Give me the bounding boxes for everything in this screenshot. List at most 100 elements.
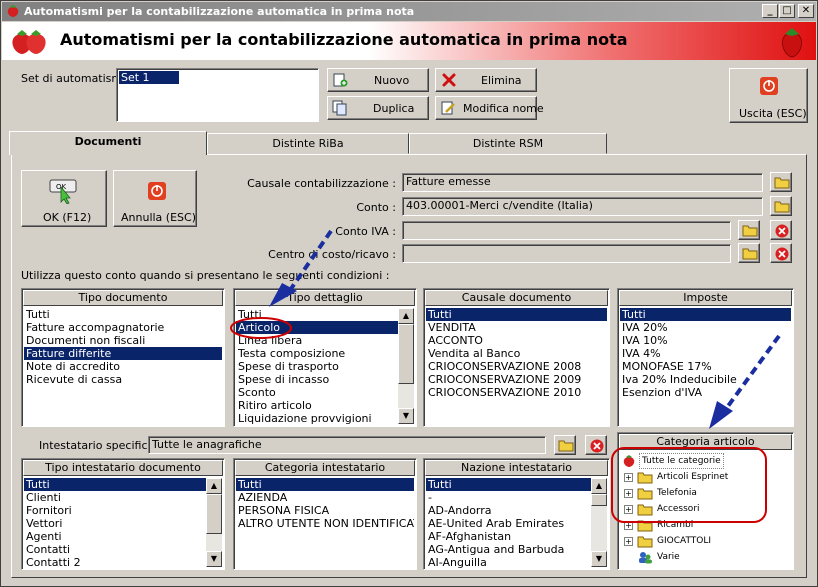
list-item[interactable]: Documenti non fiscali — [24, 334, 222, 347]
tree-node[interactable]: Accessori — [657, 502, 700, 516]
close-button[interactable]: ✕ — [798, 4, 814, 18]
list-item[interactable]: AF-Afghanistan — [426, 530, 591, 543]
intestatario-clear-button[interactable] — [585, 435, 607, 455]
tree-root-all-categories[interactable]: Tutte le categorie — [639, 453, 724, 469]
intestatario-browse-button[interactable] — [554, 435, 576, 455]
list-item[interactable]: ALTRO UTENTE NON IDENTIFICAT — [236, 517, 414, 530]
nazione-intestatario-list[interactable]: Nazione intestatario Tutti - AD-Andorra AE-… — [423, 458, 610, 570]
list-item[interactable]: Vettori — [24, 517, 206, 530]
list-item[interactable]: Tutti — [620, 308, 791, 321]
tab-distinte-riba[interactable]: Distinte RiBa — [207, 133, 409, 154]
tipo-intestatario-scrollbar[interactable]: ▲ ▼ — [206, 478, 222, 567]
ok-button[interactable]: OK OK (F12) — [21, 170, 107, 227]
list-item[interactable]: Agenti — [24, 530, 206, 543]
intestatario-field[interactable]: Tutte le anagrafiche — [148, 436, 546, 454]
tab-documenti[interactable]: Documenti — [9, 131, 207, 155]
causale-documento-list[interactable]: Causale documento Tutti VENDITA ACCONTO Ven… — [423, 288, 610, 427]
list-item[interactable]: AI-Anguilla — [426, 556, 591, 569]
conto-iva-browse-button[interactable] — [738, 220, 760, 240]
conto-iva-clear-button[interactable] — [770, 220, 792, 240]
nazione-intestatario-scrollbar[interactable]: ▲ ▼ — [591, 478, 607, 567]
list-item[interactable]: Fatture differite — [24, 347, 222, 360]
minimize-button[interactable]: _ — [762, 4, 778, 18]
list-item[interactable]: Fatture accompagnatorie — [24, 321, 222, 334]
list-item[interactable]: Linea libera — [236, 334, 398, 347]
modifica-nome-button[interactable]: Modifica nome — [435, 96, 544, 120]
list-item[interactable]: Vendita al Banco — [426, 347, 607, 360]
categoria-intestatario-list[interactable]: Categoria intestatario Tutti AZIENDA PERSO… — [233, 458, 417, 570]
list-item[interactable]: Note di accredito — [24, 360, 222, 373]
tree-node[interactable]: Articoli Esprinet — [657, 470, 728, 484]
list-item[interactable]: AZIENDA — [236, 491, 414, 504]
list-item[interactable]: IVA 20% — [620, 321, 791, 334]
tab-distinte-rsm[interactable]: Distinte RSM — [409, 133, 607, 154]
list-item[interactable]: Spese di trasporto — [236, 360, 398, 373]
list-item[interactable]: Tutti — [24, 308, 222, 321]
categoria-articolo-tree[interactable]: Categoria articolo Tutte le categorie + A… — [617, 432, 794, 570]
tree-node[interactable]: Varie — [657, 550, 680, 564]
list-item[interactable]: Ricevute di cassa — [24, 373, 222, 386]
tree-expand-icon[interactable]: + — [624, 489, 633, 498]
list-item[interactable]: IVA 10% — [620, 334, 791, 347]
set-item[interactable]: Set 1 — [119, 71, 179, 84]
list-item[interactable]: Tutti — [236, 308, 398, 321]
conto-iva-field[interactable] — [402, 221, 731, 240]
list-item[interactable]: Contatti — [24, 543, 206, 556]
scroll-thumb[interactable] — [206, 494, 222, 534]
scroll-down-arrow[interactable]: ▼ — [591, 551, 607, 567]
maximize-button[interactable]: □ — [779, 4, 795, 18]
tree-expand-icon[interactable]: + — [624, 505, 633, 514]
causale-field[interactable]: Fatture emesse — [402, 173, 763, 192]
conto-field[interactable]: 403.00001-Merci c/vendite (Italia) — [402, 197, 763, 216]
list-item[interactable]: AE-United Arab Emirates — [426, 517, 591, 530]
tree-node[interactable]: Ricambi — [657, 518, 693, 532]
tree-expand-icon[interactable]: + — [624, 521, 633, 530]
list-item[interactable]: Esenzion d'IVA — [620, 386, 791, 399]
tree-expand-icon[interactable]: + — [624, 473, 633, 482]
list-item[interactable]: VENDITA — [426, 321, 607, 334]
scroll-up-arrow[interactable]: ▲ — [398, 308, 414, 324]
list-item[interactable]: Articolo — [236, 321, 398, 334]
scroll-thumb[interactable] — [398, 324, 414, 384]
duplica-button[interactable]: Duplica — [327, 96, 429, 120]
annulla-button[interactable]: Annulla (ESC) — [113, 170, 197, 227]
list-item[interactable]: CRIOCONSERVAZIONE 2008 — [426, 360, 607, 373]
nuovo-button[interactable]: Nuovo — [327, 68, 429, 92]
scroll-thumb[interactable] — [591, 494, 607, 506]
elimina-button[interactable]: Elimina — [435, 68, 537, 92]
list-item[interactable]: Spese di incasso — [236, 373, 398, 386]
tree-expand-icon[interactable]: + — [624, 537, 633, 546]
scroll-up-arrow[interactable]: ▲ — [591, 478, 607, 494]
list-item[interactable]: Iva 20% Indeducibile — [620, 373, 791, 386]
imposte-list[interactable]: Imposte Tutti IVA 20% IVA 10% IVA 4% MONOFAS… — [617, 288, 794, 427]
centro-field[interactable] — [402, 244, 731, 263]
list-item[interactable]: CRIOCONSERVAZIONE 2009 — [426, 373, 607, 386]
list-item[interactable]: AD-Andorra — [426, 504, 591, 517]
tipo-dettaglio-list[interactable]: Tipo dettaglio Tutti Articolo Linea libera… — [233, 288, 417, 427]
centro-clear-button[interactable] — [770, 243, 792, 263]
list-item[interactable]: Testa composizione — [236, 347, 398, 360]
list-item[interactable]: Liquidazione provvigioni — [236, 412, 398, 425]
list-item[interactable]: Ritiro articolo — [236, 399, 398, 412]
list-item[interactable]: Tutti — [426, 478, 591, 491]
list-item[interactable]: Tutti — [426, 308, 607, 321]
uscita-button[interactable]: Uscita (ESC) — [729, 68, 808, 123]
tipo-intestatario-list[interactable]: Tipo intestatario documento Tutti Clienti… — [21, 458, 225, 570]
list-item[interactable]: AG-Antigua and Barbuda — [426, 543, 591, 556]
list-item[interactable]: Contatti 2 — [24, 556, 206, 569]
conto-browse-button[interactable] — [770, 196, 792, 216]
list-item[interactable]: CRIOCONSERVAZIONE 2010 — [426, 386, 607, 399]
list-item[interactable]: MONOFASE 17% — [620, 360, 791, 373]
causale-browse-button[interactable] — [770, 172, 792, 192]
scroll-down-arrow[interactable]: ▼ — [206, 551, 222, 567]
list-item[interactable]: ACCONTO — [426, 334, 607, 347]
set-listbox[interactable]: Set 1 — [116, 68, 319, 122]
list-item[interactable]: Tutti — [236, 478, 414, 491]
centro-browse-button[interactable] — [738, 243, 760, 263]
list-item[interactable]: - — [426, 491, 591, 504]
list-item[interactable]: IVA 4% — [620, 347, 791, 360]
scroll-up-arrow[interactable]: ▲ — [206, 478, 222, 494]
scroll-down-arrow[interactable]: ▼ — [398, 408, 414, 424]
tipo-documento-list[interactable]: Tipo documento Tutti Fatture accompagnato… — [21, 288, 225, 427]
tree-node[interactable]: GIOCATTOLI — [657, 534, 711, 548]
